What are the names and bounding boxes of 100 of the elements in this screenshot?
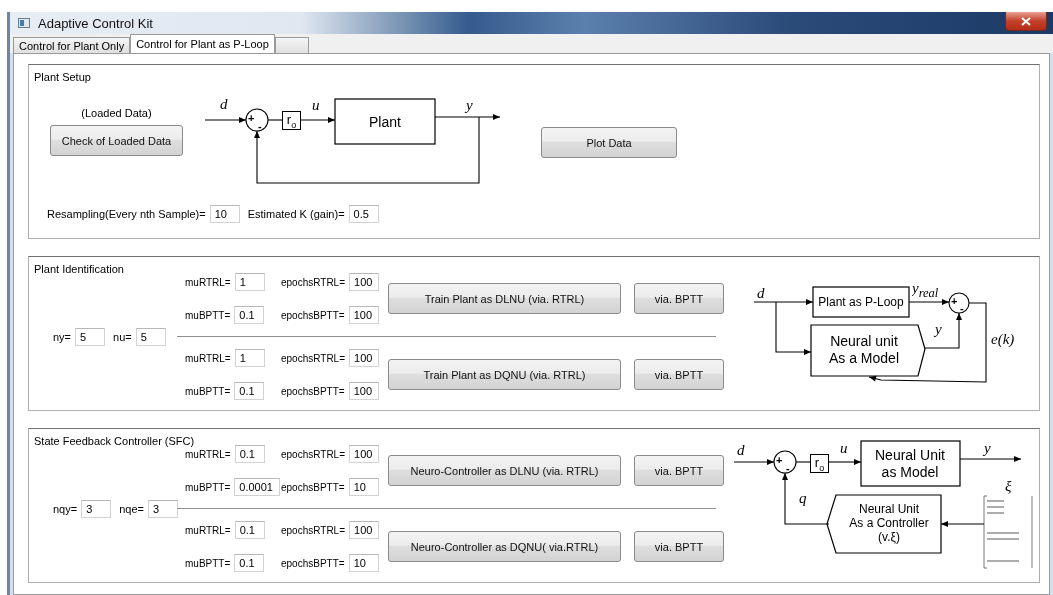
sign-label: - [258,120,262,132]
field-label: muRTRL= [185,276,231,288]
field-label: nqy= [53,502,78,515]
signal-line [267,119,283,121]
text-field[interactable]: 0.1 [234,521,265,539]
loaded-data-label: (Loaded Data) [81,107,152,119]
app-icon [18,18,30,28]
field-label: epochsRTRL= [281,448,346,460]
text-field[interactable]: 100 [349,273,380,291]
field-label: epochsBPTT= [281,309,345,321]
signal-label: u [840,440,848,456]
field-label: epochsRTRL= [281,352,346,364]
field-label: Resampling(Every nth Sample)= [47,208,206,220]
summing-junction [245,108,269,132]
block-label: Neural unit As a Model [829,333,899,366]
signal-label: y [466,97,473,113]
field-label: epochsBPTT= [281,385,345,397]
train-button[interactable]: Neuro-Controller as DLNU (via. RTRL) [388,455,621,486]
bptt-button[interactable]: via. BPTT [634,283,724,314]
signal-label: y [984,440,991,456]
sign-label: - [960,302,964,314]
text-field[interactable]: 5 [75,327,106,346]
block-label: Plant as P-Loop [818,295,904,309]
check-data-button[interactable]: Check of Loaded Data [50,125,183,156]
tab[interactable]: Control for Plant Only [13,37,131,53]
sign-label: + [951,295,958,307]
text-field[interactable]: 0.0001 [234,478,281,496]
sign-label: + [776,454,783,466]
tab[interactable]: Control for Plant as P-Loop [130,34,275,53]
window-title: Adaptive Control Kit [38,15,153,31]
bptt-button[interactable]: via. BPTT [634,455,724,486]
field-label: muBPTT= [185,557,231,569]
signal-label: d [220,96,228,112]
block-label: Neural Unit As a Controller (v.ξ) [849,502,929,544]
text-field[interactable]: 0.5 [348,205,379,223]
text-field[interactable]: 0.1 [234,382,265,400]
text-field[interactable]: 3 [147,499,178,518]
group-title: State Feedback Controller (SFC) [33,434,195,448]
signal-arrow [782,472,830,525]
field-label: muRTRL= [185,352,231,364]
text-field[interactable]: 3 [81,499,112,518]
signal-arrow [733,459,775,465]
field-label: nqe= [119,502,144,515]
signal-arrow [204,117,247,123]
sign-label: - [786,462,790,474]
summing-junction [773,450,797,474]
summing-junction [948,292,970,314]
bptt-button[interactable]: via. BPTT [634,531,724,562]
text-field[interactable]: 0.1 [234,306,265,324]
signal-line [795,461,811,463]
group-title: Plant Identification [33,262,124,276]
field-label: muBPTT= [185,309,231,321]
sign-label: + [248,112,255,124]
signal-label: d [737,442,745,458]
field-label: nu= [113,330,132,343]
field-label: ny= [53,330,72,343]
block-label: Plant [369,114,401,130]
close-icon [1021,16,1031,26]
field-label: muRTRL= [185,524,231,536]
text-field[interactable]: 0.1 [234,445,265,463]
field-label: epochsBPTT= [281,557,345,569]
text-field[interactable]: 100 [349,445,380,463]
text-field[interactable]: 5 [135,327,166,346]
text-field[interactable]: 10 [348,478,379,496]
text-field[interactable]: 0.1 [234,554,265,572]
signal-label: q [799,490,807,506]
text-field[interactable]: 100 [349,521,380,539]
field-label: muBPTT= [185,481,231,493]
field-label: epochsBPTT= [281,481,345,493]
text-field[interactable]: 10 [209,205,240,223]
block-label: Neural Unit as Model [875,447,945,480]
group-title: Plant Setup [33,70,91,84]
field-label: epochsRTRL= [281,276,346,288]
field-label: epochsRTRL= [281,524,346,536]
text-field[interactable]: 1 [234,349,265,367]
field-label: muRTRL= [185,448,231,460]
gain-block: r$_{o}$ [282,111,301,130]
text-field[interactable]: 10 [348,554,379,572]
signal-label: y [935,321,942,337]
signal-label: u [312,97,320,113]
close-button[interactable] [1005,12,1047,31]
plot-data-button[interactable]: Plot Data [541,127,677,158]
field-label: Estimated K (gain)= [247,208,345,220]
signal-arrow [828,459,862,465]
train-button[interactable]: Train Plant as DQNU (via. RTRL) [388,359,621,390]
text-field[interactable]: 1 [234,273,265,291]
signal-arrow [940,521,985,527]
text-field[interactable]: 100 [348,382,379,400]
text-field[interactable]: 100 [348,306,379,324]
field-label: muBPTT= [185,385,231,397]
tab[interactable] [274,37,309,53]
signal-label: d [757,285,765,301]
signal-label: ξ [1005,478,1012,494]
train-button[interactable]: Train Plant as DLNU (via. RTRL) [388,283,621,314]
train-button[interactable]: Neuro-Controller as DQNU( via.RTRL) [388,531,621,562]
signal-label: e(k) [991,331,1015,347]
signal-arrow [959,456,1022,462]
bptt-button[interactable]: via. BPTT [634,359,724,390]
text-field[interactable]: 100 [349,349,380,367]
gain-block: r$_{o}$ [810,454,829,473]
